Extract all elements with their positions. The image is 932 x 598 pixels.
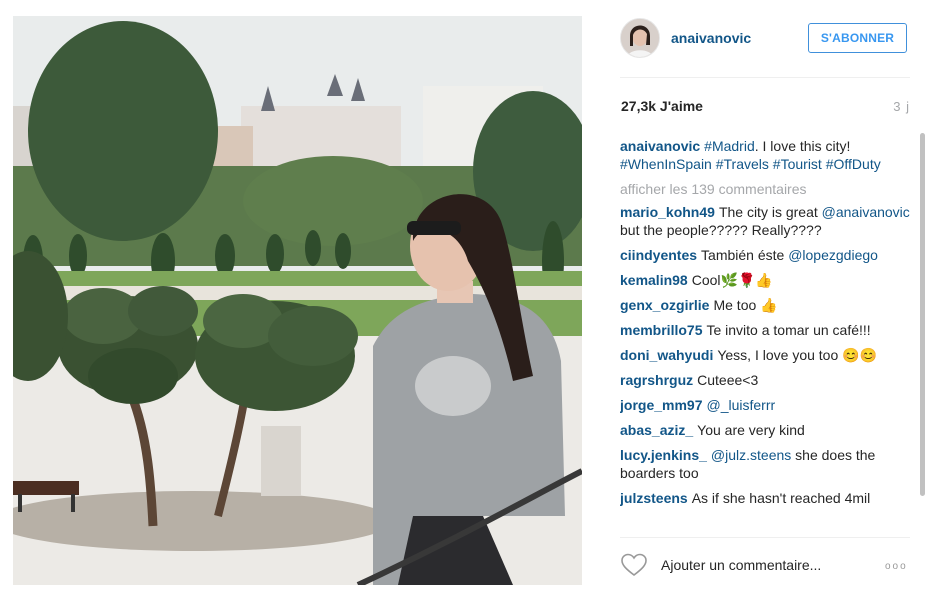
comment-row: kemalin98 Cool🌿🌹👍	[620, 271, 912, 289]
divider	[620, 77, 910, 78]
caption-username[interactable]: anaivanovic	[620, 138, 700, 154]
photo-illustration	[13, 16, 582, 585]
comment-username[interactable]: doni_wahyudi	[620, 347, 713, 363]
comment-text: As if she hasn't reached 4mil	[691, 490, 871, 506]
heart-icon[interactable]	[621, 553, 647, 577]
post-side-panel: anaivanovic S'ABONNER 27,3k J'aime 3 j a…	[598, 0, 932, 598]
avatar[interactable]	[620, 18, 660, 58]
comment-text: You are very kind	[697, 422, 805, 438]
comment-row: genx_ozgirlie Me too 👍	[620, 296, 912, 314]
comment-text: Me too 👍	[713, 297, 778, 313]
comment-text: Cuteee<3	[697, 372, 759, 388]
comment-row: ciindyentes También éste @lopezgdiego	[620, 246, 912, 264]
comment-username[interactable]: ragrshrguz	[620, 372, 693, 388]
comment-username[interactable]: ciindyentes	[620, 247, 697, 263]
hashtag-link[interactable]: #Travels	[716, 156, 769, 172]
post-age[interactable]: 3 j	[893, 99, 910, 114]
comment-text: Cool🌿🌹👍	[691, 272, 773, 288]
comment-text: Yess, I love you too 😊😊	[717, 347, 877, 363]
more-options-icon[interactable]: ooo	[885, 561, 908, 572]
comment-username[interactable]: kemalin98	[620, 272, 688, 288]
comment-row: mario_kohn49 The city is great @anaivanov…	[620, 203, 912, 239]
post-header: anaivanovic S'ABONNER	[598, 14, 918, 62]
comment-row: membrillo75 Te invito a tomar un café!!!	[620, 321, 912, 339]
comment-row: abas_aziz_ You are very kind	[620, 421, 912, 439]
post-photo[interactable]	[13, 16, 582, 585]
comment-text: but the people????? Really????	[620, 222, 822, 238]
likes-count[interactable]: 27,3k J'aime	[621, 98, 703, 114]
comment-row: jorge_mm97 @_luisferrr	[620, 396, 912, 414]
mention-link[interactable]: @julz.steens	[711, 447, 791, 463]
follow-button[interactable]: S'ABONNER	[808, 23, 907, 53]
comment-text: También éste	[701, 247, 789, 263]
add-comment-input[interactable]	[661, 557, 881, 573]
mention-link[interactable]: @lopezgdiego	[788, 247, 878, 263]
comment-username[interactable]: lucy.jenkins_	[620, 447, 707, 463]
comment-username[interactable]: jorge_mm97	[620, 397, 702, 413]
comment-row: julzsteens As if she hasn't reached 4mil	[620, 489, 912, 507]
hashtag-link[interactable]: #Tourist	[773, 156, 822, 172]
comment-username[interactable]: abas_aziz_	[620, 422, 693, 438]
comment-text: The city is great	[718, 204, 822, 220]
hashtag-link[interactable]: #Madrid	[704, 138, 755, 154]
comment-username[interactable]: genx_ozgirlie	[620, 297, 709, 313]
caption-text: . I love this city!	[754, 138, 851, 154]
hashtag-link[interactable]: #WhenInSpain	[620, 156, 712, 172]
comment-row: doni_wahyudi Yess, I love you too 😊😊	[620, 346, 912, 364]
divider	[620, 537, 910, 538]
caption: anaivanovic #Madrid. I love this city! #W…	[620, 137, 912, 173]
comment-username[interactable]: mario_kohn49	[620, 204, 715, 220]
comments-scrollbar[interactable]	[919, 133, 926, 536]
comment-username[interactable]: membrillo75	[620, 322, 702, 338]
avatar-image	[621, 19, 659, 57]
comment-username[interactable]: julzsteens	[620, 490, 688, 506]
hashtag-link[interactable]: #OffDuty	[826, 156, 881, 172]
comment-row: lucy.jenkins_ @julz.steens she does the b…	[620, 446, 912, 482]
username-link[interactable]: anaivanovic	[671, 30, 751, 46]
mention-link[interactable]: @anaivanovic	[822, 204, 910, 220]
scrollbar-thumb[interactable]	[920, 133, 925, 496]
comment-row: ragrshrguz Cuteee<3	[620, 371, 912, 389]
comments-list: anaivanovic #Madrid. I love this city! #W…	[620, 137, 912, 534]
view-all-comments-link[interactable]: afficher les 139 commentaires	[620, 180, 912, 198]
mention-link[interactable]: @_luisferrr	[706, 397, 775, 413]
comment-text: Te invito a tomar un café!!!	[706, 322, 871, 338]
